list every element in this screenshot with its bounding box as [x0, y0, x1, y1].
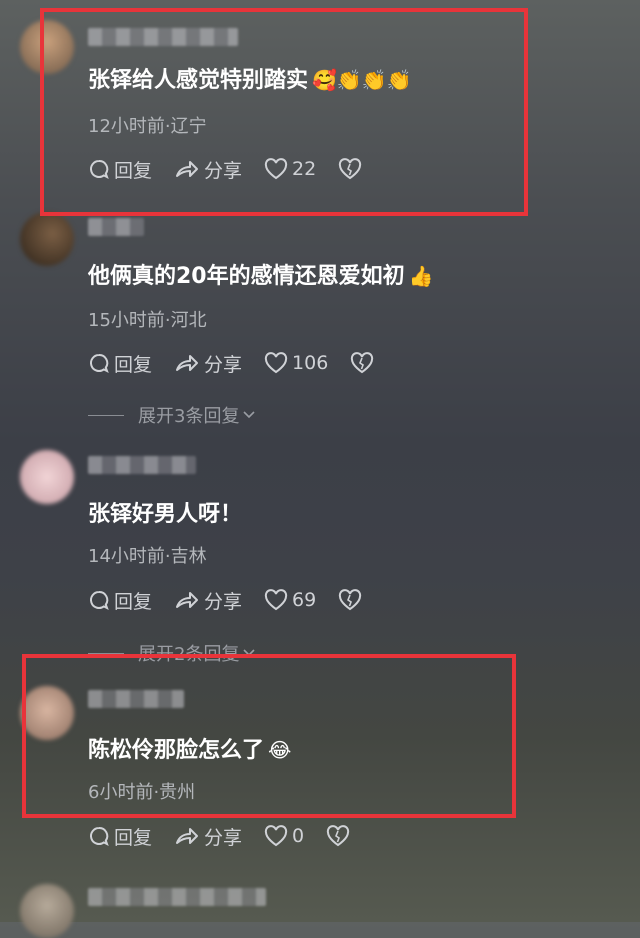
- reply-button[interactable]: 回复: [88, 587, 152, 614]
- avatar[interactable]: [20, 212, 74, 266]
- like-count: 69: [292, 589, 317, 611]
- reply-button[interactable]: 回复: [88, 156, 152, 183]
- broken-heart-icon: [351, 352, 374, 374]
- avatar[interactable]: [20, 884, 74, 938]
- share-button[interactable]: 分享: [174, 823, 242, 850]
- dislike-button[interactable]: [350, 352, 378, 374]
- comment-text: 他俩真的20年的感情还恩爱如初 👍: [88, 258, 434, 290]
- share-button[interactable]: 分享: [174, 350, 242, 377]
- broken-heart-icon: [339, 589, 362, 611]
- chevron-down-icon: [243, 649, 256, 657]
- reply-icon: [90, 590, 109, 611]
- share-icon: [176, 161, 199, 177]
- comment-actions: 回复 分享 0: [88, 823, 376, 849]
- reply-label: 回复: [114, 353, 153, 376]
- dislike-button[interactable]: [338, 589, 366, 611]
- avatar[interactable]: [20, 686, 74, 740]
- share-icon: [176, 355, 199, 371]
- share-label: 分享: [204, 590, 243, 613]
- comment-text-body: 张铎好男人呀！: [88, 502, 243, 527]
- divider: [88, 414, 124, 416]
- reply-button[interactable]: 回复: [88, 350, 152, 377]
- reply-label: 回复: [114, 159, 153, 182]
- share-button[interactable]: 分享: [174, 156, 242, 183]
- like-count: 106: [292, 352, 329, 374]
- chevron-down-icon: [243, 411, 256, 419]
- comment-text-body: 陈松伶那脸怎么了: [88, 738, 265, 763]
- comment-meta: 12小时前·辽宁: [88, 116, 207, 137]
- comment-emoji: 👍: [408, 264, 434, 288]
- comment-meta: 15小时前·河北: [88, 310, 207, 331]
- username-blurred[interactable]: [88, 456, 196, 474]
- comment-emoji: 🥰👏👏👏: [312, 68, 412, 92]
- avatar[interactable]: [20, 450, 74, 504]
- username-blurred[interactable]: [88, 690, 184, 708]
- expand-replies-button[interactable]: 展开3条回复: [88, 402, 256, 428]
- comment-meta: 6小时前·贵州: [88, 782, 196, 803]
- divider: [88, 652, 124, 654]
- username-blurred[interactable]: [88, 888, 266, 906]
- share-button[interactable]: 分享: [174, 587, 242, 614]
- dislike-button[interactable]: [326, 825, 354, 847]
- share-label: 分享: [204, 159, 243, 182]
- comment-actions: 回复 分享 106: [88, 350, 400, 376]
- heart-icon: [264, 825, 288, 847]
- like-count: 22: [292, 158, 317, 180]
- comment-text: 陈松伶那脸怎么了 😂: [88, 732, 291, 764]
- share-icon: [176, 828, 199, 844]
- heart-icon: [264, 158, 288, 180]
- share-label: 分享: [204, 353, 243, 376]
- reply-icon: [90, 159, 109, 180]
- like-button[interactable]: 0: [264, 825, 304, 847]
- comment-text: 张铎好男人呀！: [88, 496, 242, 528]
- like-button[interactable]: 22: [264, 158, 316, 180]
- comment-actions: 回复 分享 22: [88, 156, 388, 182]
- username-blurred[interactable]: [88, 218, 144, 236]
- like-button[interactable]: 106: [264, 352, 328, 374]
- comment-meta: 14小时前·吉林: [88, 546, 207, 567]
- like-button[interactable]: 69: [264, 589, 316, 611]
- heart-icon: [264, 589, 288, 611]
- broken-heart-icon: [339, 158, 362, 180]
- broken-heart-icon: [327, 825, 350, 847]
- reply-label: 回复: [114, 826, 153, 849]
- expand-replies-label: 展开3条回复: [138, 406, 240, 427]
- reply-button[interactable]: 回复: [88, 823, 152, 850]
- heart-icon: [264, 352, 288, 374]
- reply-label: 回复: [114, 590, 153, 613]
- comment-text: 张铎给人感觉特别踏实 🥰👏👏👏: [88, 62, 412, 94]
- reply-icon: [90, 353, 109, 374]
- share-icon: [176, 592, 199, 608]
- expand-replies-button[interactable]: 展开2条回复: [88, 640, 256, 666]
- expand-replies-label: 展开2条回复: [138, 644, 240, 665]
- reply-icon: [90, 826, 109, 847]
- comment-text-body: 他俩真的20年的感情还恩爱如初: [88, 264, 405, 289]
- like-count: 0: [292, 825, 305, 847]
- comment-actions: 回复 分享 69: [88, 587, 388, 613]
- username-blurred[interactable]: [88, 28, 238, 46]
- comment-text-body: 张铎给人感觉特别踏实: [88, 68, 309, 93]
- dislike-button[interactable]: [338, 158, 366, 180]
- comment-emoji: 😂: [268, 738, 292, 762]
- avatar[interactable]: [20, 20, 74, 74]
- share-label: 分享: [204, 826, 243, 849]
